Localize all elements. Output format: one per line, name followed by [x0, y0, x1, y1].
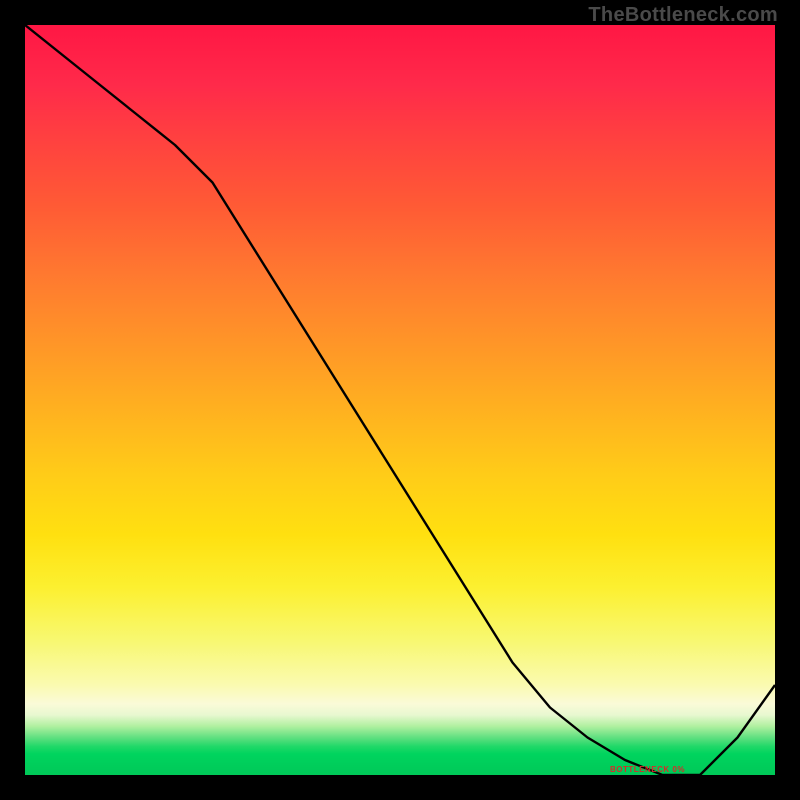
- bottleneck-label: BOTTLENECK 0%: [610, 765, 685, 774]
- chart-curve: [25, 25, 775, 775]
- watermark-text: TheBottleneck.com: [588, 4, 778, 27]
- plot-area: BOTTLENECK 0%: [25, 25, 775, 775]
